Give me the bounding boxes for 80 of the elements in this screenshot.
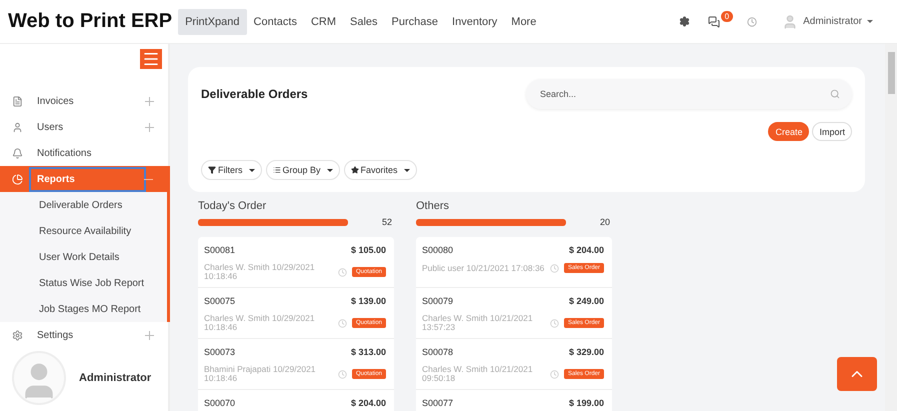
sidebar-item[interactable]: Invoices [0, 88, 168, 114]
clock-icon [550, 318, 559, 328]
document-icon [12, 96, 23, 106]
order-amount: $ 199.00 [568, 398, 604, 408]
clock-icon[interactable] [747, 16, 758, 26]
column-title: Others [416, 200, 450, 212]
bell-icon [12, 148, 23, 158]
order-amount: $ 204.00 [568, 245, 604, 255]
nav-tab[interactable]: More [504, 8, 544, 34]
person-icon [12, 122, 23, 132]
order-number: S00073 [204, 347, 236, 357]
order-number: S00080 [422, 245, 454, 255]
plus-icon[interactable] [145, 122, 154, 132]
order-amount: $ 139.00 [350, 296, 386, 306]
clock-icon [338, 268, 347, 276]
search-icon [830, 89, 840, 99]
star-icon [350, 166, 359, 174]
clock-icon [338, 318, 347, 328]
clock-icon [550, 264, 559, 272]
order-number: S00070 [204, 398, 236, 408]
order-amount: $ 249.00 [568, 296, 604, 306]
submenu-item[interactable]: Status Wise Job Report [0, 270, 167, 296]
order-amount: $ 329.00 [568, 347, 604, 357]
clock-icon [550, 370, 559, 378]
scrollbar[interactable] [885, 44, 897, 411]
order-details: Bhamini Prajapati 10/29/2021 10:18:46 [204, 365, 317, 383]
user-name: Administrator [79, 372, 152, 384]
nav-tab[interactable]: Purchase [384, 8, 446, 34]
plus-icon[interactable] [145, 96, 154, 106]
page-title: Deliverable Orders [201, 87, 308, 101]
message-count: 0 [720, 11, 734, 22]
sidebar-item[interactable]: Notifications [0, 140, 168, 166]
list-icon [272, 166, 280, 174]
submenu-item[interactable]: Resource Availability [0, 218, 167, 244]
sidebar-item[interactable]: Users [0, 114, 168, 140]
order-details: Charles W. Smith 10/21/2021 13:57:23 [422, 314, 534, 332]
nav-tab[interactable]: Inventory [445, 8, 504, 34]
import-button[interactable]: Import [812, 122, 852, 141]
sidebar-item[interactable]: Settings [0, 322, 168, 348]
submenu-item[interactable]: Deliverable Orders [0, 192, 167, 218]
app-title: Web to Print ERP [8, 10, 172, 33]
search-field[interactable]: Search... [526, 79, 852, 109]
order-number: S00077 [422, 398, 454, 408]
scroll-top-button[interactable] [837, 357, 877, 391]
funnel-icon [208, 166, 216, 174]
filter-button[interactable]: Favorites [344, 160, 417, 180]
submenu-item[interactable]: Job Stages MO Report [0, 296, 167, 322]
order-amount: $ 204.00 [350, 398, 386, 408]
nav-tab[interactable]: CRM [304, 8, 344, 34]
order-number: S00081 [204, 245, 236, 255]
order-amount: $ 313.00 [350, 347, 386, 357]
search-input[interactable]: Search... [538, 88, 830, 100]
filter-button[interactable]: Filters [201, 160, 262, 180]
menu-button[interactable] [140, 49, 162, 69]
chat-icon[interactable] [708, 16, 720, 28]
pie-chart-icon [12, 174, 23, 184]
order-details: Charles W. Smith 10/21/2021 09:50:18 [422, 365, 534, 383]
order-details: Public user 10/21/2021 17:08:36 [422, 264, 546, 272]
order-card[interactable]: S00077 $ 199.00 [416, 390, 612, 411]
order-amount: $ 105.00 [350, 245, 386, 255]
order-number: S00075 [204, 296, 236, 306]
submenu-item[interactable]: User Work Details [0, 244, 167, 270]
order-card[interactable]: S00070 $ 204.00 [198, 390, 394, 411]
order-count: 20 [600, 217, 610, 227]
order-number: S00079 [422, 296, 454, 306]
settings-icon[interactable] [678, 16, 690, 27]
nav-tab[interactable]: Contacts [246, 8, 304, 34]
order-number: S00078 [422, 347, 454, 357]
filter-button[interactable]: Group By [266, 160, 340, 180]
column-title: Today's Order [198, 200, 268, 212]
plus-icon[interactable] [145, 330, 154, 340]
user-menu[interactable]: Administrator [776, 12, 879, 32]
nav-tab[interactable]: PrintXpand [178, 8, 247, 34]
gear-icon [12, 330, 23, 340]
nav-tab[interactable]: Sales [343, 8, 385, 34]
order-details: Charles W. Smith 10/29/2021 10:18:46 [204, 263, 316, 281]
clock-icon [338, 370, 347, 378]
order-details: Charles W. Smith 10/29/2021 10:18:46 [204, 314, 316, 332]
avatar-icon [782, 12, 798, 30]
order-count: 52 [382, 217, 392, 227]
